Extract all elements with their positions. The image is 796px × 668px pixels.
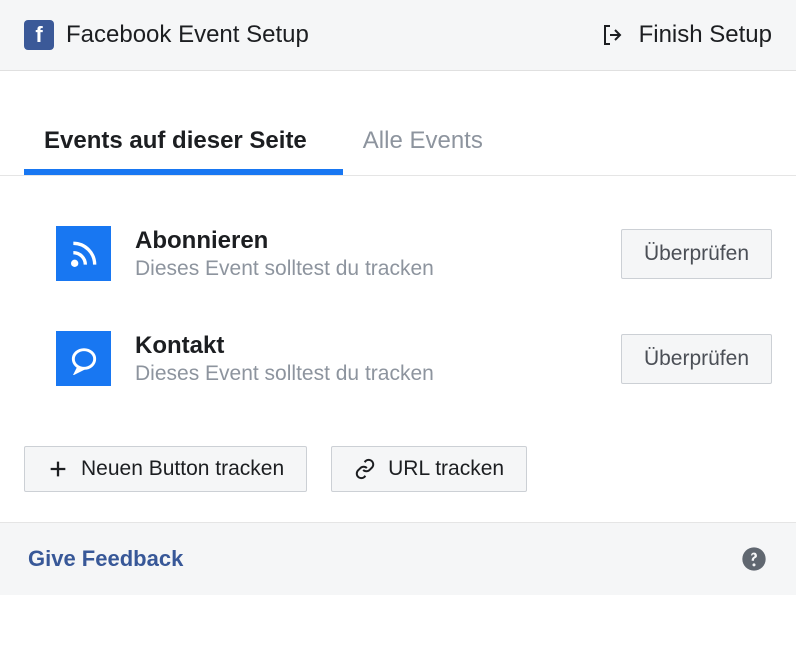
- event-desc: Dieses Event solltest du tracken: [135, 257, 597, 281]
- finish-setup-button[interactable]: Finish Setup: [601, 21, 772, 49]
- plus-icon: [47, 458, 69, 480]
- action-buttons: Neuen Button tracken URL tracken: [0, 416, 796, 522]
- event-text: Abonnieren Dieses Event solltest du trac…: [135, 227, 597, 281]
- verify-button[interactable]: Überprüfen: [621, 334, 772, 384]
- header-bar: f Facebook Event Setup Finish Setup: [0, 0, 796, 71]
- tab-events-on-page[interactable]: Events auf dieser Seite: [24, 111, 343, 175]
- exit-icon: [601, 23, 625, 47]
- event-row-subscribe: Abonnieren Dieses Event solltest du trac…: [24, 206, 772, 311]
- header-left: f Facebook Event Setup: [24, 20, 309, 50]
- footer-bar: Give Feedback: [0, 522, 796, 595]
- app-title: Facebook Event Setup: [66, 21, 309, 49]
- facebook-icon: f: [24, 20, 54, 50]
- track-new-button[interactable]: Neuen Button tracken: [24, 446, 307, 492]
- track-url-label: URL tracken: [388, 457, 504, 481]
- verify-button[interactable]: Überprüfen: [621, 229, 772, 279]
- give-feedback-link[interactable]: Give Feedback: [28, 546, 183, 572]
- track-url-button[interactable]: URL tracken: [331, 446, 527, 492]
- finish-label: Finish Setup: [639, 21, 772, 49]
- tab-all-events[interactable]: Alle Events: [343, 111, 519, 175]
- help-icon[interactable]: [740, 545, 768, 573]
- tabs-container: Events auf dieser Seite Alle Events: [0, 111, 796, 176]
- event-desc: Dieses Event solltest du tracken: [135, 362, 597, 386]
- track-button-label: Neuen Button tracken: [81, 457, 284, 481]
- speech-bubble-icon: [56, 331, 111, 386]
- event-title: Kontakt: [135, 332, 597, 360]
- event-row-contact: Kontakt Dieses Event solltest du tracken…: [24, 311, 772, 416]
- rss-icon: [56, 226, 111, 281]
- events-list: Abonnieren Dieses Event solltest du trac…: [0, 176, 796, 416]
- event-title: Abonnieren: [135, 227, 597, 255]
- link-icon: [354, 458, 376, 480]
- event-text: Kontakt Dieses Event solltest du tracken: [135, 332, 597, 386]
